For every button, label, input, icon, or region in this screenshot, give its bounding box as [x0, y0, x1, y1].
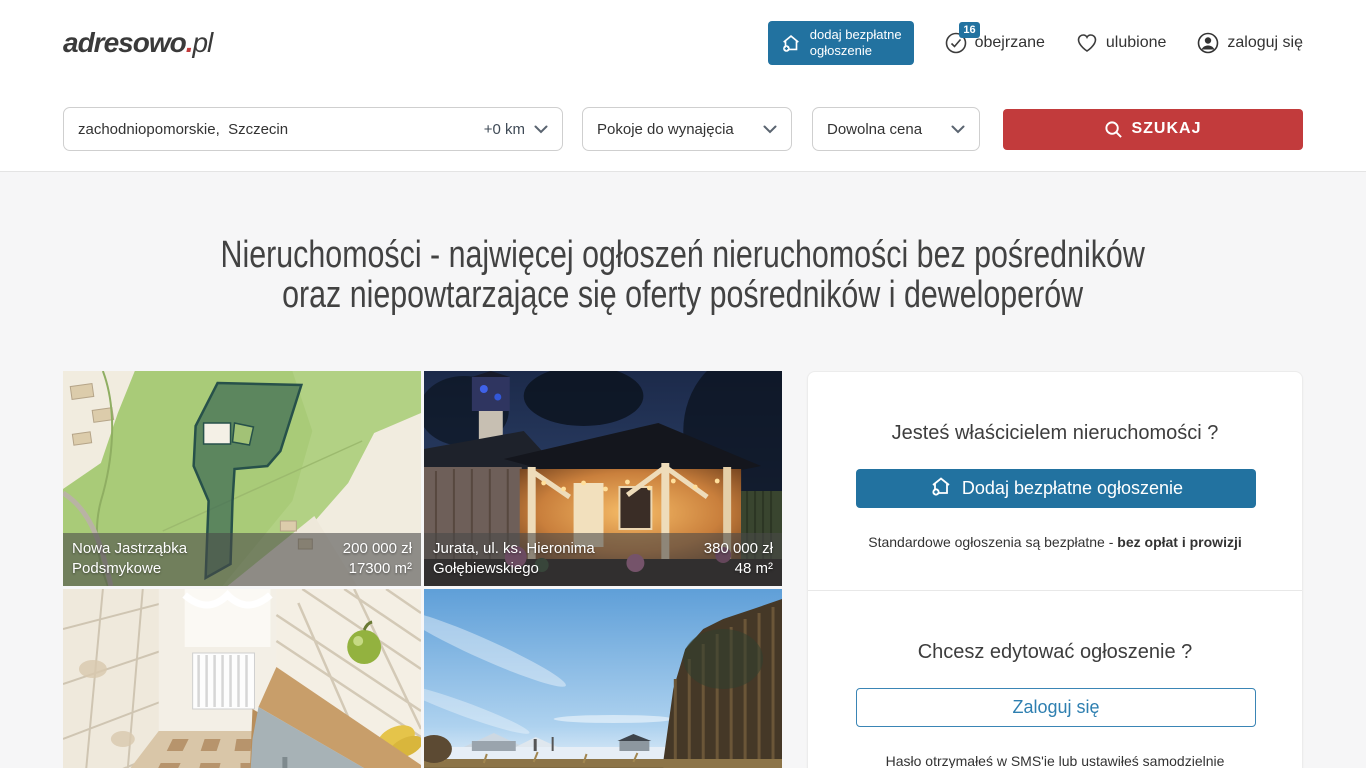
add-listing-label: dodaj bezpłatne ogłoszenie [810, 27, 902, 59]
listing-price: 380 000 zł [704, 539, 773, 559]
property-type-select[interactable]: Pokoje do wynajęcia [582, 107, 792, 151]
nav-favorites-label: ulubione [1106, 34, 1167, 52]
listing-price-area: 380 000 zł 48 m² [704, 539, 773, 579]
search-button[interactable]: SZUKAJ [1003, 109, 1303, 150]
listing-caption: Nowa JastrząbkaPodsmykowe 200 000 zł 173… [63, 533, 421, 586]
sidebar-login-label: Zaloguj się [1012, 697, 1099, 718]
sidebar-add-listing-button[interactable]: Dodaj bezpłatne ogłoszenie [856, 469, 1256, 508]
page-title: Nieruchomości - najwięcej ogłoszeń nieru… [0, 172, 1366, 315]
listing-card[interactable]: Jurata, ul. ks. HieronimaGołębiewskiego … [424, 371, 782, 586]
price-value: Dowolna cena [827, 121, 922, 138]
listings-grid: Nowa JastrząbkaPodsmykowe 200 000 zł 173… [63, 371, 783, 768]
kitchen-interior-image [63, 589, 421, 768]
property-type-value: Pokoje do wynajęcia [597, 121, 734, 138]
listing-card[interactable]: Nowa JastrząbkaPodsmykowe 200 000 zł 173… [63, 371, 421, 586]
listing-card[interactable]: Skwierzynka, ul. Wichrowa 490 000 zł [424, 589, 782, 768]
listing-price: 200 000 zł [343, 539, 412, 559]
header: adresowo.pl dodaj bezpłatne ogłoszenie [0, 0, 1366, 86]
user-circle-icon [1196, 31, 1220, 55]
logo[interactable]: adresowo.pl [63, 27, 212, 59]
listing-card[interactable]: Chorzów Centrum, ul. 375 000 zł [63, 589, 421, 768]
nav-viewed[interactable]: 16 obejrzane [944, 31, 1045, 55]
listing-name: Jurata, ul. ks. HieronimaGołębiewskiego [433, 539, 595, 579]
listing-area: 17300 m² [343, 559, 412, 579]
location-input[interactable] [78, 121, 484, 138]
edit-heading: Chcesz edytować ogłoszenie ? [856, 641, 1254, 664]
viewed-count-badge: 16 [959, 22, 979, 38]
search-icon [1104, 120, 1123, 139]
nav-favorites[interactable]: ulubione [1075, 31, 1167, 55]
edit-section: Chcesz edytować ogłoszenie ? Zaloguj się… [808, 590, 1302, 768]
chevron-down-icon [763, 125, 777, 134]
nav-login-label: zaloguj się [1227, 34, 1303, 52]
search-bar: +0 km Pokoje do wynajęcia Dowolna cena S… [0, 86, 1366, 172]
main-content: Nieruchomości - najwięcej ogłoszeń nieru… [0, 172, 1366, 768]
search-button-label: SZUKAJ [1131, 120, 1201, 138]
sidebar-panel: Jesteś właścicielem nieruchomości ? Doda… [807, 371, 1303, 768]
field-landscape-image [424, 589, 782, 768]
location-field[interactable]: +0 km [63, 107, 563, 151]
house-plus-icon [780, 32, 802, 54]
listing-price-area: 200 000 zł 17300 m² [343, 539, 412, 579]
sidebar-login-button[interactable]: Zaloguj się [856, 688, 1256, 727]
owner-note: Standardowe ogłoszenia są bezpłatne - be… [856, 534, 1254, 550]
check-circle-icon: 16 [944, 31, 968, 55]
logo-tld: pl [192, 27, 212, 58]
radius-value: +0 km [484, 121, 525, 138]
edit-note: Hasło otrzymałeś w SMS'ie lub ustawiłeś … [856, 753, 1254, 768]
nav-viewed-label: obejrzane [975, 34, 1045, 52]
page: adresowo.pl dodaj bezpłatne ogłoszenie [0, 0, 1366, 768]
logo-main: adresowo [63, 27, 186, 58]
listing-caption: Jurata, ul. ks. HieronimaGołębiewskiego … [424, 533, 782, 586]
top-nav: dodaj bezpłatne ogłoszenie 16 obejrzane [768, 21, 1303, 65]
owner-heading: Jesteś właścicielem nieruchomości ? [856, 422, 1254, 445]
chevron-down-icon [951, 125, 965, 134]
nav-login[interactable]: zaloguj się [1196, 31, 1303, 55]
listing-name: Nowa JastrząbkaPodsmykowe [72, 539, 187, 579]
sidebar-add-listing-label: Dodaj bezpłatne ogłoszenie [962, 478, 1183, 499]
price-select[interactable]: Dowolna cena [812, 107, 980, 151]
radius-dropdown[interactable]: +0 km [484, 121, 548, 138]
owner-section: Jesteś właścicielem nieruchomości ? Doda… [808, 372, 1302, 590]
house-plus-icon [929, 474, 953, 503]
heart-icon [1075, 31, 1099, 55]
listing-area: 48 m² [704, 559, 773, 579]
add-listing-button[interactable]: dodaj bezpłatne ogłoszenie [768, 21, 914, 65]
chevron-down-icon [534, 125, 548, 134]
